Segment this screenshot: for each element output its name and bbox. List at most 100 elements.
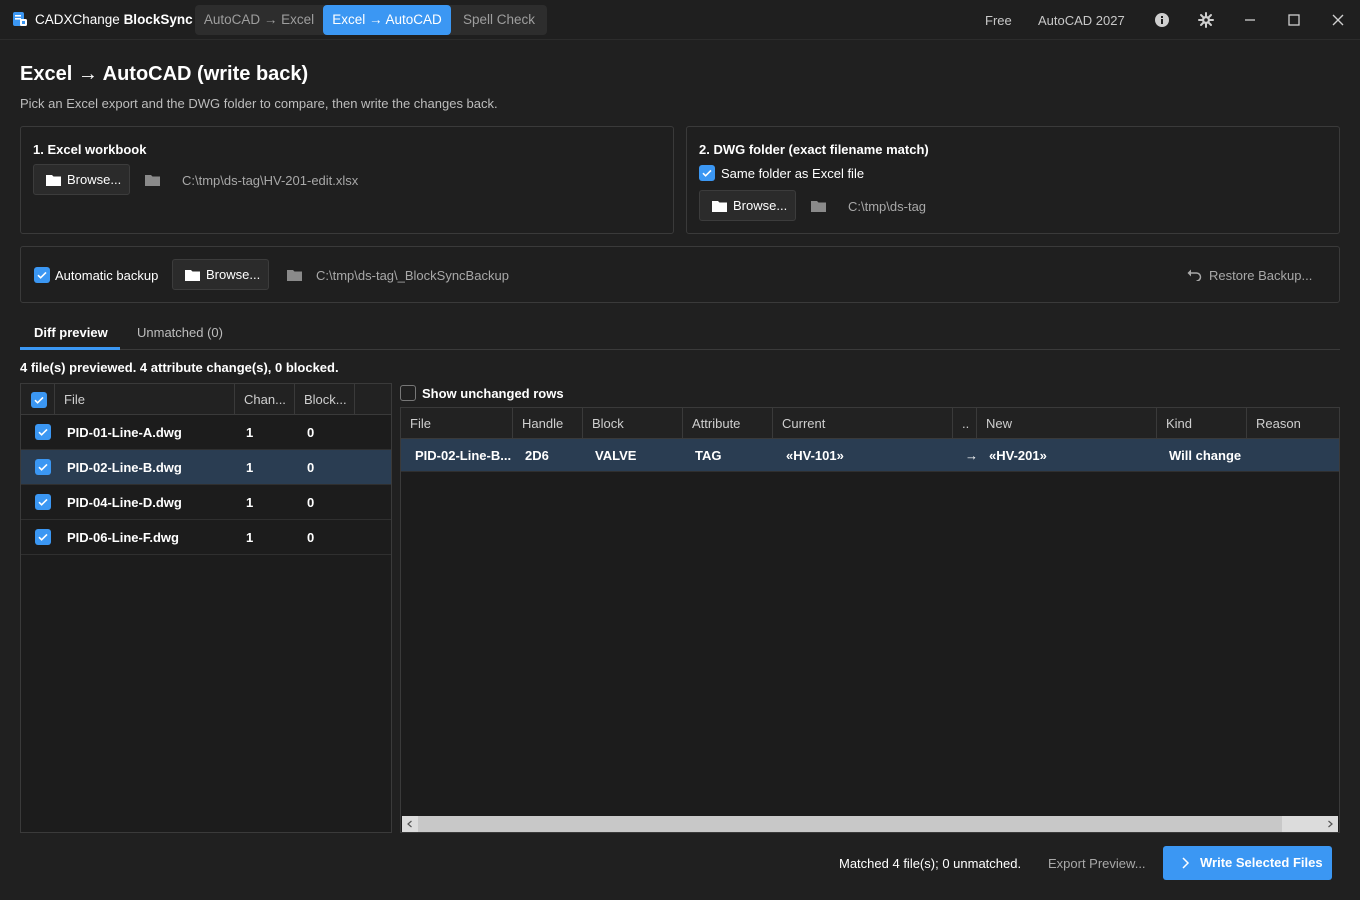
diff-block: VALVE	[595, 448, 637, 463]
page-subtitle: Pick an Excel export and the DWG folder …	[20, 96, 498, 111]
match-status: Matched 4 file(s); 0 unmatched.	[839, 856, 1022, 871]
file-changes: 1	[246, 460, 254, 475]
plan-label[interactable]: Free	[985, 13, 1012, 28]
folder-icon	[712, 201, 727, 212]
diff-handle: 2D6	[525, 448, 549, 463]
app-logo-icon	[13, 12, 27, 26]
title-bar: CADXChange BlockSync AutoCAD → Excel Exc…	[0, 0, 1360, 40]
files-table-header: File Chan... Block...	[21, 384, 391, 415]
scroll-left-icon[interactable]	[406, 820, 414, 828]
show-unchanged-label[interactable]: Show unchanged rows	[422, 386, 564, 401]
subtab-divider	[20, 349, 1340, 350]
tab-diff-preview[interactable]: Diff preview	[34, 325, 108, 340]
preview-summary: 4 file(s) previewed. 4 attribute change(…	[20, 360, 339, 375]
active-tab-indicator	[20, 347, 120, 350]
scroll-right-icon[interactable]	[1326, 820, 1334, 828]
file-blocked: 0	[307, 425, 315, 440]
folder-icon	[46, 175, 61, 186]
diff-row[interactable]: PID-02-Line-B.... 2D6 VALVE TAG «HV-101»…	[401, 439, 1339, 472]
folder-icon	[145, 175, 160, 186]
automatic-backup-label[interactable]: Automatic backup	[55, 268, 158, 283]
info-icon[interactable]	[1152, 10, 1172, 30]
col-header-block[interactable]: Block	[583, 408, 683, 439]
show-unchanged-checkbox[interactable]	[400, 385, 416, 401]
file-name: PID-01-Line-A.dwg	[67, 425, 182, 440]
col-header-kind[interactable]: Kind	[1157, 408, 1247, 439]
write-selected-files-button[interactable]: Write Selected Files	[1163, 846, 1332, 880]
dwg-folder-panel: 2. DWG folder (exact filename match) Sam…	[686, 126, 1340, 234]
export-preview-button[interactable]: Export Preview...	[1048, 856, 1146, 871]
file-name: PID-02-Line-B.dwg	[67, 460, 182, 475]
file-row-checkbox[interactable]	[35, 529, 51, 545]
diff-kind: Will change	[1169, 448, 1242, 463]
chevron-right-icon	[1182, 857, 1190, 869]
close-icon[interactable]	[1328, 10, 1348, 30]
undo-icon	[1187, 269, 1202, 281]
minimize-icon[interactable]	[1240, 10, 1260, 30]
maximize-icon[interactable]	[1284, 10, 1304, 30]
header-select-all	[21, 384, 55, 415]
col-header-file[interactable]: File	[401, 408, 513, 439]
col-header-reason[interactable]: Reason	[1247, 408, 1339, 439]
file-blocked: 0	[307, 530, 315, 545]
file-name: PID-04-Line-D.dwg	[67, 495, 182, 510]
folder-icon	[185, 270, 200, 281]
backup-path: C:\tmp\ds-tag\_BlockSyncBackup	[316, 268, 509, 283]
col-header-blocked[interactable]: Block...	[295, 384, 355, 415]
diff-table: File Handle Block Attribute Current .. N…	[400, 407, 1340, 833]
file-changes: 1	[246, 425, 254, 440]
page-title: Excel → AutoCAD (write back)	[20, 63, 309, 85]
diff-table-header: File Handle Block Attribute Current .. N…	[401, 408, 1339, 439]
file-row[interactable]: PID-01-Line-A.dwg 1 0	[21, 415, 391, 450]
col-header-handle[interactable]: Handle	[513, 408, 583, 439]
same-folder-label[interactable]: Same folder as Excel file	[721, 166, 864, 181]
tab-excel-to-autocad[interactable]: Excel → AutoCAD	[323, 5, 451, 35]
col-header-arrow[interactable]: ..	[953, 408, 977, 439]
diff-new: «HV-201»	[989, 448, 1047, 463]
excel-path: C:\tmp\ds-tag\HV-201-edit.xlsx	[182, 173, 359, 188]
file-row-selected[interactable]: PID-02-Line-B.dwg 1 0	[21, 450, 391, 485]
file-row-checkbox[interactable]	[35, 494, 51, 510]
file-row[interactable]: PID-04-Line-D.dwg 1 0	[21, 485, 391, 520]
file-changes: 1	[246, 495, 254, 510]
diff-attribute: TAG	[695, 448, 722, 463]
mode-tab-group: AutoCAD → Excel Excel → AutoCAD Spell Ch…	[195, 5, 547, 35]
col-header-file[interactable]: File	[55, 384, 235, 415]
dwg-panel-heading: 2. DWG folder (exact filename match)	[699, 142, 929, 157]
dwg-browse-button[interactable]: Browse...	[699, 190, 796, 221]
file-row[interactable]: PID-06-Line-F.dwg 1 0	[21, 520, 391, 555]
col-header-new[interactable]: New	[977, 408, 1157, 439]
scrollbar-thumb[interactable]	[418, 816, 1282, 832]
backup-panel: Automatic backup Browse... C:\tmp\ds-tag…	[20, 246, 1340, 303]
file-changes: 1	[246, 530, 254, 545]
gear-icon[interactable]	[1196, 10, 1216, 30]
diff-arrow: →	[965, 448, 978, 463]
app-title: CADXChange BlockSync	[35, 12, 193, 27]
select-all-checkbox[interactable]	[31, 392, 47, 408]
file-row-checkbox[interactable]	[35, 459, 51, 475]
file-name: PID-06-Line-F.dwg	[67, 530, 179, 545]
folder-icon	[811, 201, 826, 212]
files-table: File Chan... Block... PID-01-Line-A.dwg …	[20, 383, 392, 833]
backup-browse-button[interactable]: Browse...	[172, 259, 269, 290]
tab-autocad-to-excel[interactable]: AutoCAD → Excel	[195, 5, 323, 35]
excel-panel-heading: 1. Excel workbook	[33, 142, 147, 157]
dwg-path: C:\tmp\ds-tag	[848, 199, 927, 214]
tab-unmatched[interactable]: Unmatched (0)	[137, 325, 223, 340]
same-folder-checkbox[interactable]	[699, 165, 715, 181]
diff-file: PID-02-Line-B....	[415, 448, 511, 463]
tab-spell-check[interactable]: Spell Check	[451, 5, 547, 35]
excel-browse-button[interactable]: Browse...	[33, 164, 130, 195]
file-blocked: 0	[307, 495, 315, 510]
excel-workbook-panel: 1. Excel workbook Browse... C:\tmp\ds-ta…	[20, 126, 674, 234]
file-row-checkbox[interactable]	[35, 424, 51, 440]
product-label[interactable]: AutoCAD 2027	[1038, 13, 1125, 28]
automatic-backup-checkbox[interactable]	[34, 267, 50, 283]
horizontal-scrollbar[interactable]	[402, 816, 1338, 832]
diff-current: «HV-101»	[786, 448, 844, 463]
folder-icon	[287, 270, 302, 281]
col-header-current[interactable]: Current	[773, 408, 953, 439]
col-header-changes[interactable]: Chan...	[235, 384, 295, 415]
file-blocked: 0	[307, 460, 315, 475]
col-header-attribute[interactable]: Attribute	[683, 408, 773, 439]
